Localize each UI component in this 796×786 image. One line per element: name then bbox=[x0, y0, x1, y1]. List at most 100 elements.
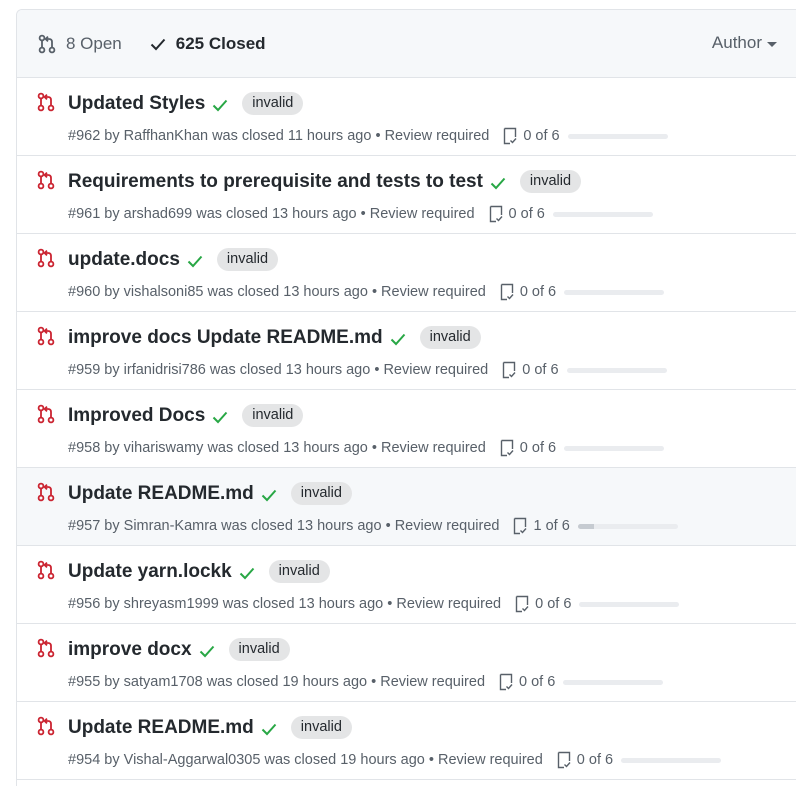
pr-author-link[interactable]: vihariswamy bbox=[124, 440, 204, 456]
task-count: 0 of 6 bbox=[519, 674, 556, 690]
pr-by: by bbox=[104, 128, 120, 144]
closed-pull-request-icon bbox=[37, 638, 55, 658]
pull-request-list: 8 Open 625 Closed Author Updated Styles … bbox=[16, 9, 796, 786]
pr-title-line: Improved Docs invalid bbox=[68, 404, 304, 427]
pr-meta: #957 by Simran-Kamra was closed 13 hours… bbox=[68, 517, 678, 535]
pr-closed-time: was closed 19 hours ago bbox=[206, 674, 368, 690]
closed-count-label: 625 Closed bbox=[175, 33, 266, 53]
status-check-icon[interactable] bbox=[212, 98, 228, 112]
pr-label-badge[interactable]: invalid bbox=[519, 170, 582, 193]
task-progress[interactable]: 0 of 6 bbox=[515, 595, 680, 613]
pr-by: by bbox=[104, 362, 120, 378]
closed-pull-request-icon bbox=[37, 560, 55, 580]
pr-closed-time: was closed 19 hours ago bbox=[264, 752, 425, 768]
pr-row: Requirements to prerequisite and tests t… bbox=[17, 156, 796, 234]
checklist-icon bbox=[515, 595, 529, 613]
pr-title-link[interactable]: improve docs Update README.md bbox=[68, 327, 383, 349]
pr-label-badge[interactable]: invalid bbox=[242, 404, 304, 427]
author-filter-dropdown[interactable]: Author bbox=[712, 33, 777, 53]
task-progress[interactable]: 0 of 6 bbox=[503, 127, 668, 145]
pr-title-link[interactable]: Updated Styles bbox=[68, 93, 205, 115]
pr-author-link[interactable]: Simran-Kamra bbox=[124, 518, 217, 534]
meta-separator: • bbox=[385, 518, 391, 534]
task-progress[interactable]: 0 of 6 bbox=[500, 439, 665, 457]
pr-row: Update README.md invalid #954 by Vishal-… bbox=[17, 702, 796, 780]
pr-closed-time: was closed 11 hours ago bbox=[212, 128, 372, 144]
task-progress[interactable]: 0 of 6 bbox=[557, 751, 722, 769]
status-check-icon[interactable] bbox=[261, 488, 277, 502]
pr-title-line: improve docx invalid bbox=[68, 638, 290, 661]
pr-meta: #956 by shreyasm1999 was closed 13 hours… bbox=[68, 595, 680, 613]
pr-title-link[interactable]: Update README.md bbox=[68, 717, 254, 739]
pr-by: by bbox=[104, 518, 120, 534]
status-check-icon[interactable] bbox=[390, 332, 406, 346]
task-progress-bar bbox=[566, 367, 667, 373]
checklist-icon bbox=[500, 283, 514, 301]
pr-label-badge[interactable]: invalid bbox=[242, 92, 304, 115]
review-status-link[interactable]: Review required bbox=[381, 284, 486, 300]
review-status-link[interactable]: Review required bbox=[396, 596, 501, 612]
pr-author-link[interactable]: irfanidrisi786 bbox=[124, 362, 206, 378]
pr-title-line: Update README.md invalid bbox=[68, 716, 352, 739]
pr-number: #961 bbox=[68, 206, 101, 222]
task-progress[interactable]: 1 of 6 bbox=[513, 517, 678, 535]
pr-label-badge[interactable]: invalid bbox=[268, 560, 330, 583]
author-filter-label: Author bbox=[711, 33, 762, 52]
pr-number: #954 bbox=[68, 752, 101, 768]
check-icon bbox=[150, 38, 166, 50]
meta-separator: • bbox=[371, 284, 378, 300]
task-progress[interactable]: 0 of 6 bbox=[489, 205, 653, 223]
status-check-icon[interactable] bbox=[199, 644, 215, 658]
pr-author-link[interactable]: RaffhanKhan bbox=[124, 128, 208, 144]
task-count: 0 of 6 bbox=[519, 440, 557, 456]
pr-author-link[interactable]: shreyasm1999 bbox=[124, 596, 219, 612]
pr-title-link[interactable]: Update README.md bbox=[68, 483, 254, 505]
status-check-icon[interactable] bbox=[187, 254, 203, 268]
review-status-link[interactable]: Review required bbox=[383, 362, 488, 378]
status-check-icon[interactable] bbox=[490, 176, 506, 190]
pr-label-badge[interactable]: invalid bbox=[216, 248, 279, 271]
pr-title-link[interactable]: Improved Docs bbox=[68, 405, 205, 427]
pr-label-badge[interactable]: invalid bbox=[419, 326, 481, 349]
review-status-link[interactable]: Review required bbox=[381, 440, 486, 456]
pr-author-link[interactable]: arshad699 bbox=[124, 206, 193, 222]
pr-title-line: Update yarn.lockk invalid bbox=[68, 560, 330, 583]
pr-label-badge[interactable]: invalid bbox=[290, 482, 352, 505]
pr-author-link[interactable]: Vishal-Aggarwal0305 bbox=[124, 752, 261, 768]
pr-meta: #959 by irfanidrisi786 was closed 13 hou… bbox=[68, 361, 667, 379]
pr-label-badge[interactable]: invalid bbox=[228, 638, 290, 661]
checklist-icon bbox=[514, 517, 528, 535]
pr-meta: #960 by vishalsoni85 was closed 13 hours… bbox=[68, 283, 665, 301]
task-progress-bar bbox=[552, 211, 653, 217]
pr-label-badge[interactable]: invalid bbox=[290, 716, 352, 739]
task-progress[interactable]: 0 of 6 bbox=[502, 361, 667, 379]
review-status-link[interactable]: Review required bbox=[380, 674, 485, 690]
review-status-link[interactable]: Review required bbox=[438, 752, 543, 768]
review-status-link[interactable]: Review required bbox=[395, 518, 500, 534]
status-check-icon[interactable] bbox=[239, 566, 255, 580]
pr-number: #960 bbox=[68, 284, 101, 300]
checklist-icon bbox=[503, 361, 516, 379]
status-check-icon[interactable] bbox=[212, 410, 228, 424]
pr-title-line: Updated Styles invalid bbox=[68, 92, 304, 115]
open-filter-link[interactable]: 8 Open bbox=[38, 34, 122, 54]
meta-separator: • bbox=[374, 362, 380, 378]
pr-by: by bbox=[104, 284, 120, 300]
review-status-link[interactable]: Review required bbox=[385, 128, 490, 144]
task-progress[interactable]: 0 of 6 bbox=[500, 283, 665, 301]
pr-number: #957 bbox=[68, 518, 101, 534]
pr-title-link[interactable]: update.docs bbox=[68, 249, 180, 271]
pr-meta: #961 by arshad699 was closed 13 hours ag… bbox=[68, 205, 653, 223]
pr-title-link[interactable]: improve docx bbox=[68, 639, 192, 661]
pr-author-link[interactable]: satyam1708 bbox=[124, 674, 203, 690]
status-check-icon[interactable] bbox=[261, 722, 277, 736]
pr-author-link[interactable]: vishalsoni85 bbox=[124, 284, 204, 300]
closed-filter-link[interactable]: 625 Closed bbox=[150, 34, 266, 54]
pr-title-link[interactable]: Update yarn.lockk bbox=[68, 561, 232, 583]
pr-title-line: improve docs Update README.md invalid bbox=[68, 326, 481, 349]
task-progress[interactable]: 0 of 6 bbox=[499, 673, 664, 691]
pr-title-link[interactable]: Requirements to prerequisite and tests t… bbox=[68, 171, 483, 193]
meta-separator: • bbox=[360, 206, 366, 222]
closed-pull-request-icon bbox=[37, 326, 55, 346]
review-status-link[interactable]: Review required bbox=[370, 206, 475, 222]
